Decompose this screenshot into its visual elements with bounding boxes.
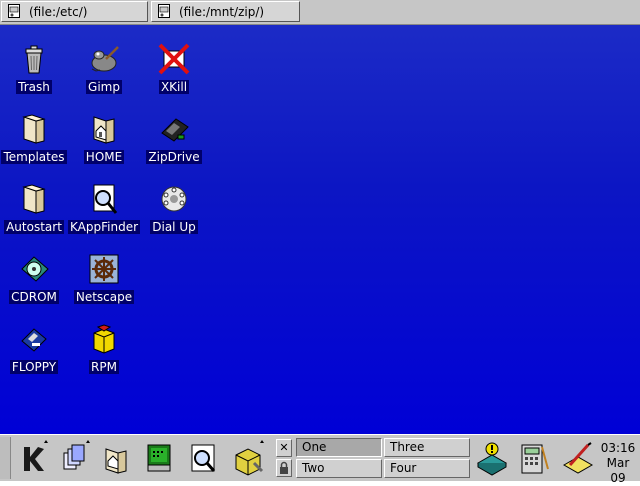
desktop-icon-netscape[interactable]: Netscape — [69, 251, 139, 304]
k-menu-icon — [24, 440, 48, 471]
notes-editor-button[interactable] — [560, 439, 596, 477]
window-list-icon — [63, 440, 90, 470]
desktop-icon-autostart[interactable]: Autostart — [0, 181, 69, 234]
desktop-switch-two[interactable]: Two — [296, 459, 382, 478]
kappfinder-icon — [191, 444, 216, 472]
lock-screen-icon[interactable] — [276, 459, 292, 477]
notepad-icon — [562, 442, 594, 474]
home-directory-button[interactable] — [100, 439, 136, 477]
taskbar-window-etc[interactable]: (file:/etc/) — [1, 1, 148, 22]
taskbar-window-label: (file:/mnt/zip/) — [179, 4, 265, 19]
file-manager-icon — [8, 4, 21, 19]
calculator-icon — [521, 444, 549, 474]
gimp-icon — [86, 41, 122, 77]
desktop-icon-label: Templates — [1, 150, 67, 164]
desktop-icon-label: ZipDrive — [146, 150, 202, 164]
folder-icon — [16, 111, 52, 147]
kde-panel: ✕ One Two Three Four 03:16 Mar 09 — [0, 434, 640, 485]
package-manager-button[interactable] — [230, 439, 266, 477]
clock[interactable]: 03:16 Mar 09 — [598, 441, 638, 486]
folder-icon — [16, 181, 52, 217]
zip-drive-icon — [156, 111, 192, 147]
desktop-icon-kappfinder[interactable]: KAppFinder — [68, 181, 141, 234]
cdrom-icon — [16, 251, 52, 287]
panel-hide-handle[interactable] — [0, 437, 11, 479]
taskbar-window-label: (file:/etc/) — [29, 4, 88, 19]
desktop-switch-four[interactable]: Four — [384, 459, 470, 478]
help-book-button[interactable] — [474, 439, 510, 477]
desktop-icon-templates[interactable]: Templates — [0, 111, 69, 164]
window-taskbar: (file:/etc/) (file:/mnt/zip/) — [0, 0, 640, 25]
help-book-icon — [476, 442, 508, 476]
desktop-icon-label: RPM — [89, 360, 119, 374]
dial-up-icon — [156, 181, 192, 217]
trash-icon — [16, 41, 52, 77]
desktop-icon-label: CDROM — [9, 290, 59, 304]
desktop-icon-cdrom[interactable]: CDROM — [0, 251, 69, 304]
clock-time: 03:16 — [600, 441, 636, 455]
taskbar-window-zip[interactable]: (file:/mnt/zip/) — [151, 1, 300, 22]
desktop-icon-home[interactable]: HOME — [69, 111, 139, 164]
kappfinder-panel-button[interactable] — [186, 439, 222, 477]
desktop-switch-three[interactable]: Three — [384, 438, 470, 457]
desktop-icon-label: Netscape — [73, 290, 135, 304]
xkill-icon — [156, 41, 192, 77]
kappfinder-icon — [86, 181, 122, 217]
netscape-icon — [86, 251, 122, 287]
desktop-icon-xkill[interactable]: XKill — [139, 41, 209, 94]
desktop-icon-floppy[interactable]: FLOPPY — [0, 321, 69, 374]
desktop-icon-label: Trash — [16, 80, 52, 94]
floppy-icon — [16, 321, 52, 357]
desktop-icon-rpm[interactable]: RPM — [69, 321, 139, 374]
desktop-icon-label: Gimp — [86, 80, 122, 94]
control-center-icon — [147, 444, 171, 472]
home-folder-icon — [105, 448, 127, 474]
desktop-icon-gimp[interactable]: Gimp — [69, 41, 139, 94]
desktop-icon-label: Autostart — [4, 220, 64, 234]
k-menu-button[interactable] — [16, 439, 52, 477]
window-list-button[interactable] — [58, 439, 94, 477]
clock-date: Mar 09 — [606, 456, 630, 485]
package-tool-icon — [235, 440, 264, 476]
calculator-button[interactable] — [516, 439, 552, 477]
file-manager-icon — [158, 4, 171, 19]
control-center-button[interactable] — [142, 439, 178, 477]
desktop-icon-label: KAppFinder — [68, 220, 141, 234]
desktop-icon-trash[interactable]: Trash — [0, 41, 69, 94]
close-icon[interactable]: ✕ — [276, 439, 292, 457]
desktop: Trash Gimp XKill Templates HOME ZipDrive — [0, 25, 640, 434]
desktop-icon-dialup[interactable]: Dial Up — [139, 181, 209, 234]
home-folder-icon — [86, 111, 122, 147]
desktop-icon-label: Dial Up — [150, 220, 198, 234]
desktop-icon-zipdrive[interactable]: ZipDrive — [139, 111, 209, 164]
rpm-package-icon — [86, 321, 122, 357]
desktop-icon-label: FLOPPY — [9, 360, 59, 374]
desktop-icon-label: XKill — [158, 80, 190, 94]
desktop-icon-label: HOME — [83, 150, 125, 164]
desktop-switch-one[interactable]: One — [296, 438, 382, 457]
